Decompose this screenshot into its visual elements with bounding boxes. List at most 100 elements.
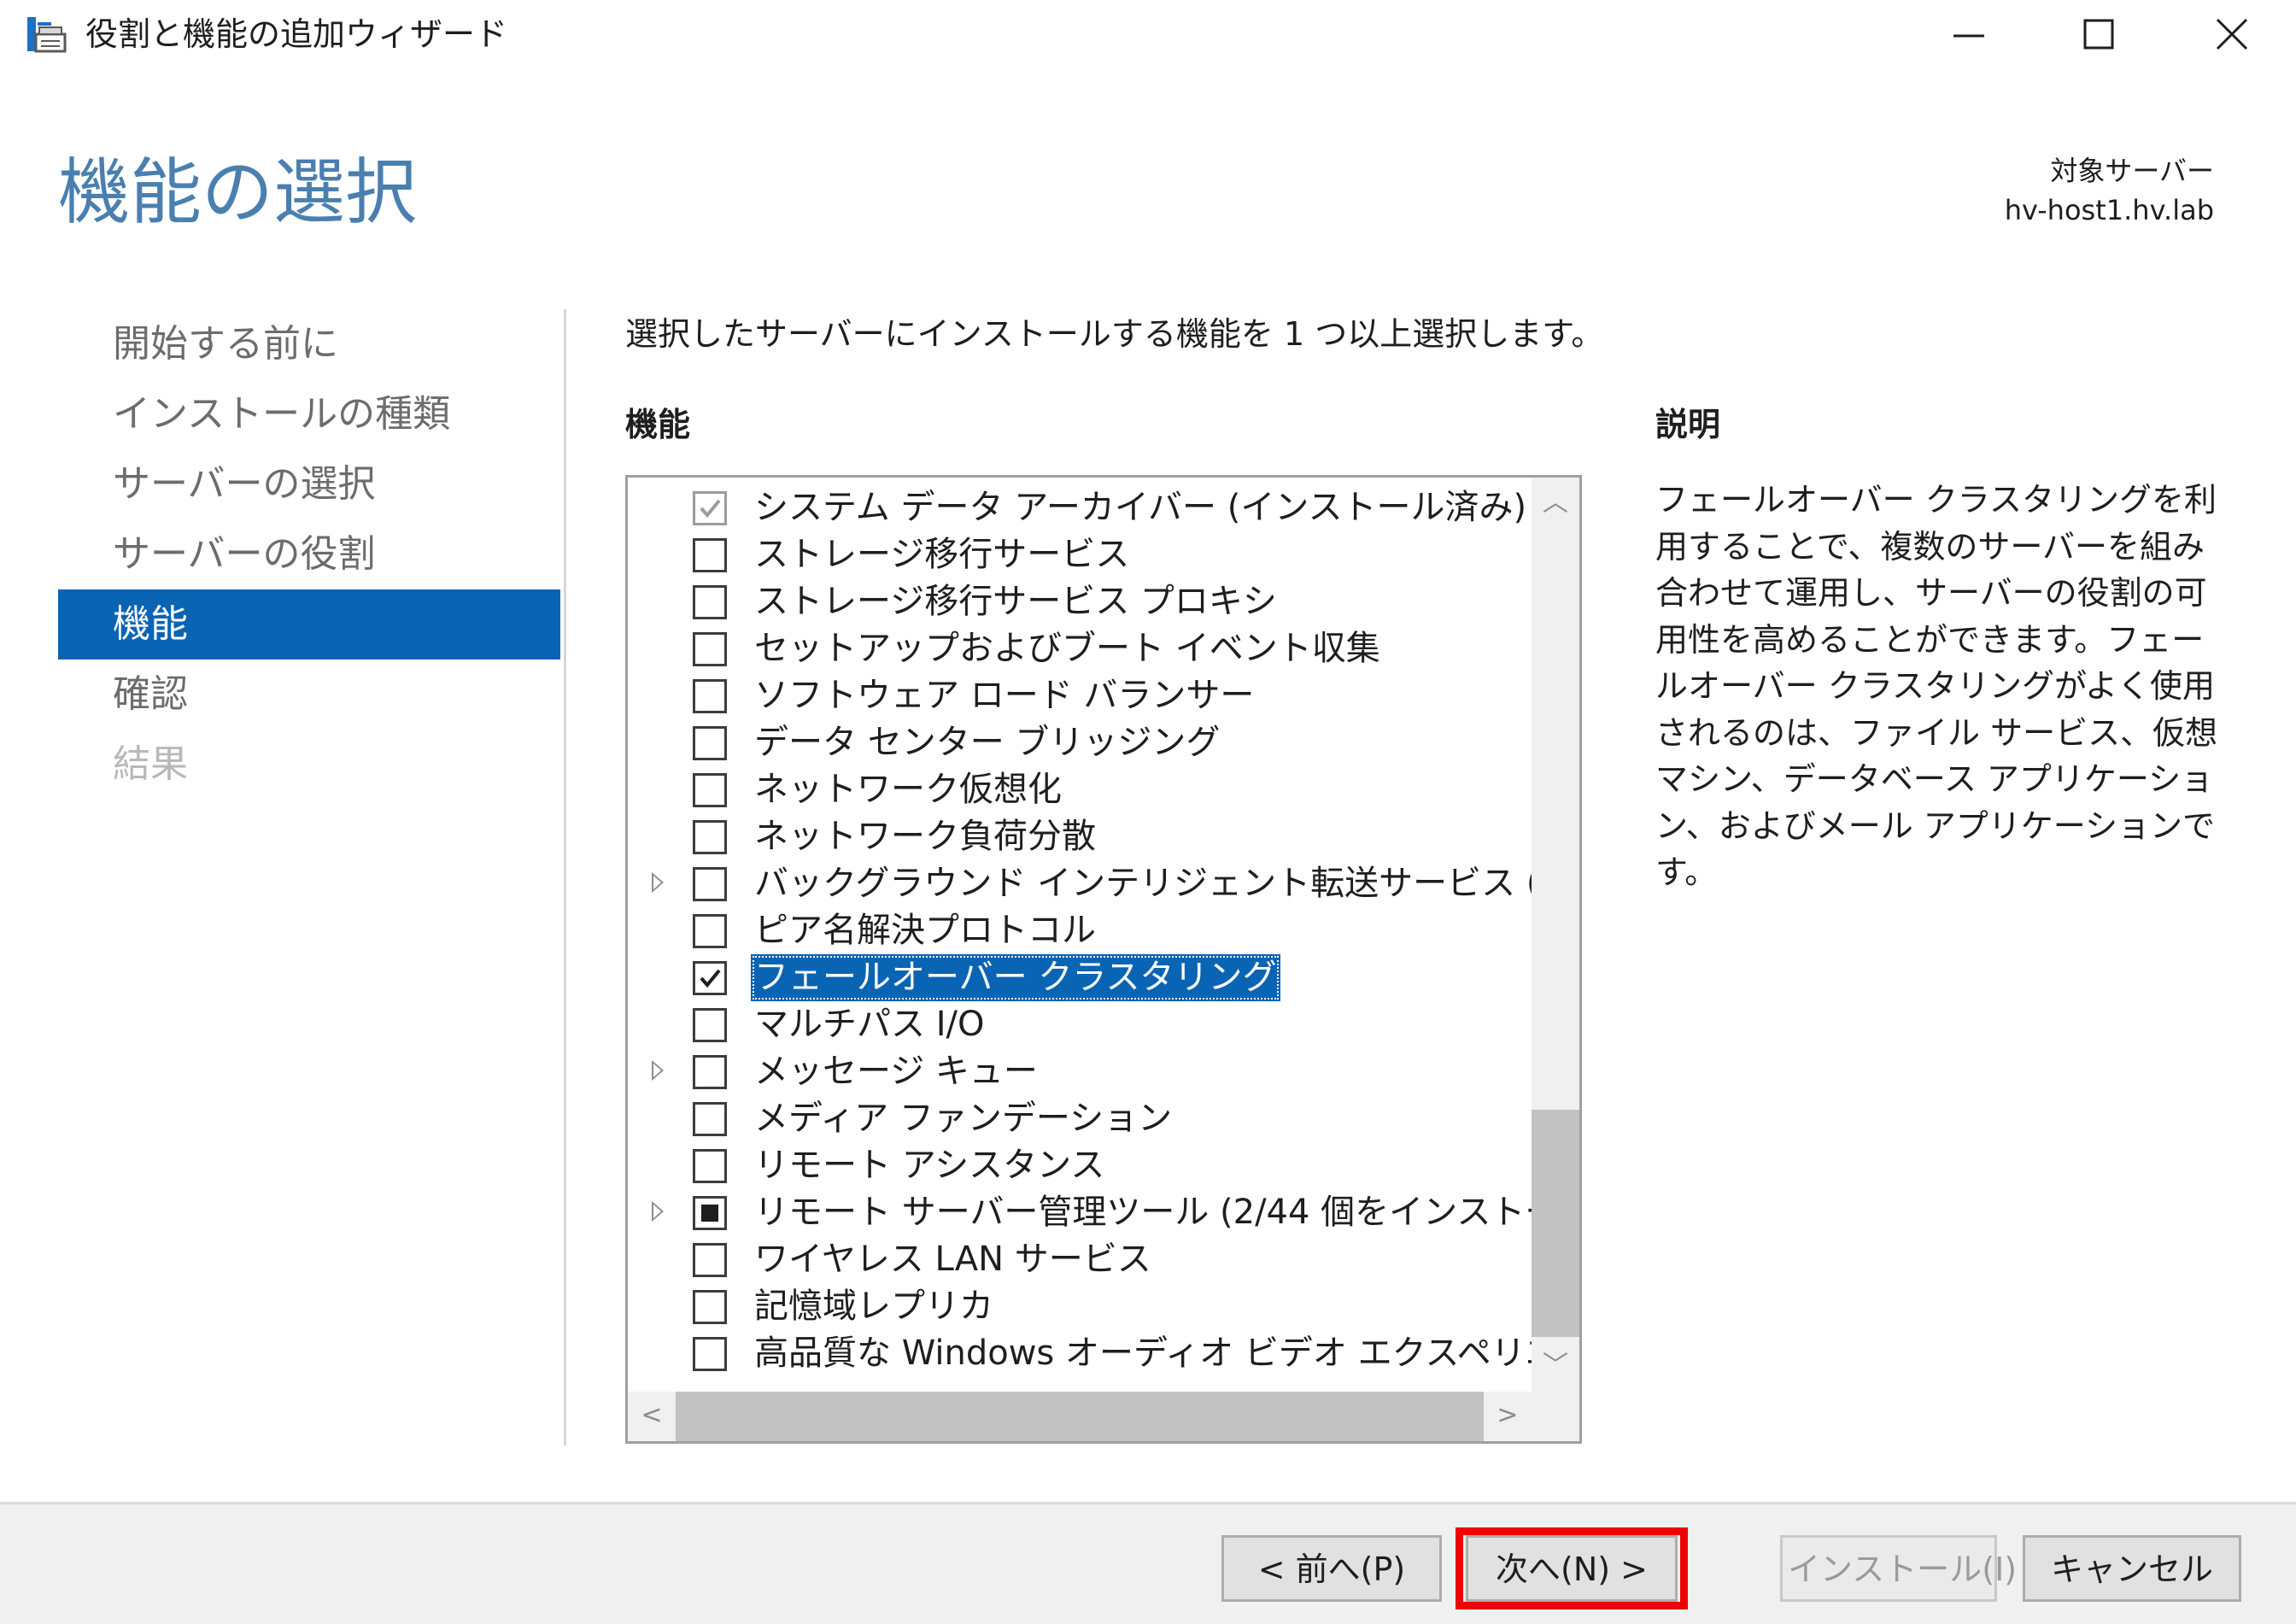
scroll-right-icon[interactable]: > bbox=[1484, 1398, 1532, 1433]
nav-item-features[interactable]: 機能 bbox=[58, 589, 560, 660]
nav-divider bbox=[564, 309, 566, 1445]
feature-row[interactable]: 高品質な Windows オーディオ ビデオ エクスペリエンス bbox=[628, 1330, 1532, 1377]
horizontal-scrollbar[interactable]: < > bbox=[628, 1392, 1532, 1441]
feature-label: セットアップおよびブート イベント収集 bbox=[754, 629, 1380, 668]
feature-label: 記憶域レプリカ bbox=[754, 1287, 993, 1326]
feature-row[interactable]: セットアップおよびブート イベント収集 bbox=[628, 625, 1532, 672]
expand-arrow-icon[interactable] bbox=[652, 1201, 664, 1222]
maximize-button[interactable] bbox=[2035, 0, 2163, 68]
close-window-button[interactable] bbox=[2168, 0, 2296, 68]
nav-item-server-roles[interactable]: サーバーの役割 bbox=[58, 519, 560, 589]
feature-checkbox[interactable] bbox=[693, 1055, 727, 1089]
feature-label: データ センター ブリッジング bbox=[754, 723, 1221, 762]
feature-checkbox[interactable] bbox=[693, 961, 727, 995]
feature-row[interactable]: 記憶域レプリカ bbox=[628, 1283, 1532, 1330]
window-title: 役割と機能の追加ウィザード bbox=[85, 15, 508, 53]
feature-checkbox[interactable] bbox=[693, 1337, 727, 1371]
feature-checkbox[interactable] bbox=[693, 1149, 727, 1183]
feature-label: バックグラウンド インテリジェント転送サービス (BITS) bbox=[754, 864, 1532, 903]
nav-item-before-you-begin[interactable]: 開始する前に bbox=[58, 309, 560, 379]
feature-checkbox[interactable] bbox=[693, 679, 727, 713]
features-heading: 機能 bbox=[625, 406, 691, 443]
features-rows: システム データ アーカイバー (インストール済み) ストレージ移行サービスストレ… bbox=[628, 478, 1532, 1392]
expand-arrow-icon[interactable] bbox=[652, 1060, 664, 1081]
feature-row[interactable]: ストレージ移行サービス プロキシ bbox=[628, 578, 1532, 625]
feature-row[interactable]: データ センター ブリッジング bbox=[628, 719, 1532, 766]
wizard-steps-nav: 開始する前に インストールの種類 サーバーの選択 サーバーの役割 機能 確認 結… bbox=[58, 309, 560, 800]
features-tree-list[interactable]: システム データ アーカイバー (インストール済み) ストレージ移行サービスストレ… bbox=[625, 475, 1582, 1444]
horizontal-scroll-thumb[interactable] bbox=[676, 1392, 1484, 1441]
feature-label: ピア名解決プロトコル bbox=[754, 911, 1096, 950]
feature-label: メディア ファンデーション bbox=[754, 1099, 1173, 1138]
feature-checkbox[interactable] bbox=[693, 1008, 727, 1042]
minimize-icon bbox=[1953, 34, 1984, 38]
feature-label: ネットワーク仮想化 bbox=[754, 770, 1062, 809]
feature-row[interactable]: ピア名解決プロトコル bbox=[628, 907, 1532, 954]
feature-label: リモート サーバー管理ツール (2/44 個をインストール済み) bbox=[754, 1193, 1532, 1232]
feature-row[interactable]: メディア ファンデーション bbox=[628, 1095, 1532, 1142]
feature-row[interactable]: ワイヤレス LAN サービス bbox=[628, 1236, 1532, 1283]
server-manager-icon bbox=[26, 15, 68, 55]
nav-item-installation-type[interactable]: インストールの種類 bbox=[58, 379, 560, 449]
previous-button[interactable]: < 前へ(P) bbox=[1221, 1535, 1442, 1602]
title-bar: 役割と機能の追加ウィザード bbox=[0, 0, 2296, 77]
feature-row[interactable]: ストレージ移行サービス bbox=[628, 531, 1532, 578]
vertical-scrollbar[interactable]: ︿ ﹀ bbox=[1532, 478, 1579, 1392]
feature-label: ソフトウェア ロード バランサー bbox=[754, 676, 1255, 715]
feature-label: ネットワーク負荷分散 bbox=[754, 817, 1096, 856]
feature-label: ワイヤレス LAN サービス bbox=[754, 1240, 1151, 1279]
scroll-down-icon[interactable]: ﹀ bbox=[1532, 1349, 1579, 1383]
feature-checkbox[interactable] bbox=[693, 726, 727, 760]
feature-label: メッセージ キュー bbox=[754, 1052, 1038, 1091]
feature-row[interactable]: リモート サーバー管理ツール (2/44 個をインストール済み) bbox=[628, 1189, 1532, 1236]
description-text: フェールオーバー クラスタリングを利用することで、複数のサーバーを組み合わせて運… bbox=[1655, 481, 2218, 891]
feature-row[interactable]: システム データ アーカイバー (インストール済み) bbox=[628, 484, 1532, 531]
feature-checkbox[interactable] bbox=[693, 1290, 727, 1324]
feature-label: マルチパス I/O bbox=[754, 1005, 985, 1044]
feature-checkbox[interactable] bbox=[693, 820, 727, 854]
feature-label: 高品質な Windows オーディオ ビデオ エクスペリエンス bbox=[754, 1334, 1532, 1373]
close-icon bbox=[2216, 18, 2248, 50]
feature-label: システム データ アーカイバー (インストール済み) bbox=[754, 488, 1527, 527]
feature-row[interactable]: ネットワーク負荷分散 bbox=[628, 813, 1532, 860]
feature-row[interactable]: フェールオーバー クラスタリング bbox=[628, 954, 1532, 1001]
target-server-label: 対象サーバー bbox=[2050, 155, 2214, 187]
install-button: インストール(I) bbox=[1780, 1535, 2017, 1602]
target-server-value: hv-host1.hv.lab bbox=[2004, 194, 2214, 226]
feature-checkbox[interactable] bbox=[693, 632, 727, 666]
feature-checkbox[interactable] bbox=[693, 914, 727, 948]
feature-label: フェールオーバー クラスタリング bbox=[751, 954, 1280, 1001]
feature-row[interactable]: ネットワーク仮想化 bbox=[628, 766, 1532, 813]
minimize-button[interactable] bbox=[1905, 0, 2033, 68]
feature-label: リモート アシスタンス bbox=[754, 1146, 1105, 1185]
feature-checkbox[interactable] bbox=[693, 1196, 727, 1230]
nav-item-confirmation[interactable]: 確認 bbox=[58, 660, 560, 730]
vertical-scroll-thumb[interactable] bbox=[1532, 1110, 1579, 1337]
maximize-icon bbox=[2083, 19, 2114, 50]
next-button-highlight-box bbox=[1456, 1527, 1688, 1609]
nav-item-results: 結果 bbox=[113, 742, 188, 786]
feature-row[interactable]: ソフトウェア ロード バランサー bbox=[628, 672, 1532, 719]
feature-checkbox[interactable] bbox=[693, 538, 727, 572]
scroll-left-icon[interactable]: < bbox=[628, 1398, 676, 1433]
feature-label: ストレージ移行サービス bbox=[754, 535, 1130, 574]
scroll-up-icon[interactable]: ︿ bbox=[1532, 486, 1579, 520]
instruction-text: 選択したサーバーにインストールする機能を 1 つ以上選択します。 bbox=[625, 315, 1604, 353]
feature-row[interactable]: マルチパス I/O bbox=[628, 1001, 1532, 1048]
cancel-button[interactable]: キャンセル bbox=[2023, 1535, 2241, 1602]
feature-checkbox[interactable] bbox=[693, 1102, 727, 1136]
expand-arrow-icon[interactable] bbox=[652, 872, 664, 893]
scrollbar-corner bbox=[1532, 1392, 1579, 1441]
feature-checkbox bbox=[693, 491, 727, 525]
page-title: 機能の選択 bbox=[58, 150, 418, 234]
feature-row[interactable]: リモート アシスタンス bbox=[628, 1142, 1532, 1189]
feature-checkbox[interactable] bbox=[693, 1243, 727, 1277]
feature-checkbox[interactable] bbox=[693, 867, 727, 901]
description-heading: 説明 bbox=[1655, 406, 1721, 443]
nav-item-server-selection[interactable]: サーバーの選択 bbox=[58, 449, 560, 519]
feature-row[interactable]: バックグラウンド インテリジェント転送サービス (BITS) bbox=[628, 860, 1532, 907]
feature-row[interactable]: メッセージ キュー bbox=[628, 1048, 1532, 1095]
feature-label: ストレージ移行サービス プロキシ bbox=[754, 582, 1277, 621]
feature-checkbox[interactable] bbox=[693, 773, 727, 807]
feature-checkbox[interactable] bbox=[693, 585, 727, 619]
